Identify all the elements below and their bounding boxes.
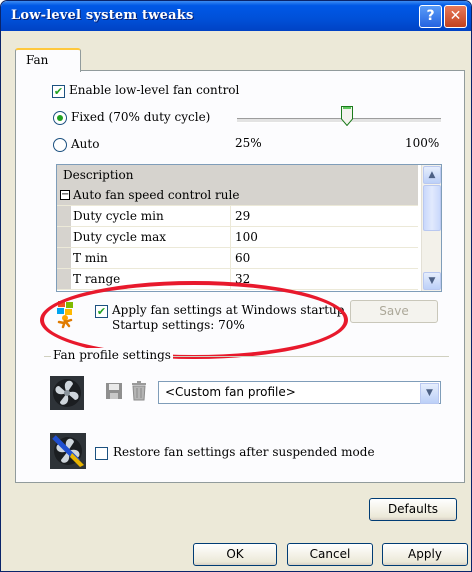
- save-profile-icon[interactable]: [105, 382, 123, 400]
- grid-row-value[interactable]: 60: [235, 251, 250, 265]
- apply-button[interactable]: Apply: [382, 543, 468, 566]
- enable-fan-control-label: Enable low-level fan control: [69, 83, 240, 97]
- apply-at-startup-checkbox[interactable]: ✔: [95, 305, 108, 318]
- slider-max-label: 100%: [405, 136, 440, 150]
- grid-category-row[interactable]: − Auto fan speed control rule: [57, 185, 418, 206]
- grid-row-name: Duty cycle max: [73, 230, 167, 244]
- slider-min-label: 25%: [235, 136, 262, 150]
- collapse-icon[interactable]: −: [60, 190, 70, 200]
- windows-startup-icon: [57, 301, 73, 329]
- tab-fan[interactable]: Fan: [15, 48, 81, 72]
- grid-row-duty-min[interactable]: Duty cycle min 29: [57, 206, 418, 227]
- apply-at-startup-label: Apply fan settings at Windows startup: [112, 303, 345, 317]
- property-grid[interactable]: Description − Auto fan speed control rul…: [56, 164, 442, 292]
- window-title: Low-level system tweaks: [11, 8, 194, 23]
- auto-radio[interactable]: [53, 138, 67, 152]
- title-bar[interactable]: Low-level system tweaks ? ✕: [1, 1, 471, 31]
- fan-icon: [50, 376, 84, 410]
- grid-category-label: Auto fan speed control rule: [73, 188, 240, 202]
- fan-profile-value: <Custom fan profile>: [165, 385, 296, 399]
- grid-separator: [230, 206, 231, 226]
- defaults-button[interactable]: Defaults: [369, 498, 457, 521]
- fan-profile-group-label: Fan profile settings: [51, 348, 173, 362]
- cancel-button[interactable]: Cancel: [287, 543, 373, 566]
- scroll-down-icon[interactable]: ▼: [423, 272, 441, 290]
- grid-header-description: Description: [63, 168, 134, 182]
- save-button[interactable]: Save: [350, 300, 438, 323]
- grid-row-value[interactable]: 29: [235, 209, 250, 223]
- restore-fan-icon: [50, 433, 86, 469]
- tab-fan-label: Fan: [26, 53, 49, 67]
- chevron-down-icon[interactable]: ▼: [420, 383, 439, 404]
- grid-separator: [230, 227, 231, 247]
- grid-separator: [230, 248, 231, 268]
- grid-header: Description: [57, 165, 418, 186]
- auto-radio-label: Auto: [71, 137, 100, 151]
- duty-cycle-slider-thumb[interactable]: [341, 106, 353, 126]
- restore-after-suspend-checkbox[interactable]: [95, 447, 108, 460]
- startup-settings-text: Startup settings: 70%: [112, 318, 245, 332]
- restore-after-suspend-label: Restore fan settings after suspended mod…: [113, 445, 375, 459]
- grid-row-name: T range: [73, 272, 121, 286]
- grid-row-name: T min: [73, 251, 108, 265]
- ok-button[interactable]: OK: [193, 543, 277, 566]
- delete-profile-icon[interactable]: [131, 381, 147, 401]
- grid-separator: [230, 269, 231, 289]
- grid-row-duty-max[interactable]: Duty cycle max 100: [57, 227, 418, 248]
- fixed-radio[interactable]: [53, 111, 67, 125]
- scroll-thumb[interactable]: [423, 185, 441, 231]
- scroll-up-icon[interactable]: ▲: [423, 166, 441, 184]
- dialog-window: Low-level system tweaks ? ✕ Fan ✔ Enable…: [0, 0, 472, 572]
- fixed-radio-label: Fixed (70% duty cycle): [71, 110, 211, 124]
- duty-cycle-slider-track[interactable]: [237, 118, 441, 123]
- grid-row-value[interactable]: 32: [235, 272, 250, 286]
- enable-fan-control-checkbox[interactable]: ✔: [52, 85, 65, 98]
- close-button[interactable]: ✕: [444, 5, 467, 28]
- help-button[interactable]: ?: [419, 5, 442, 28]
- fan-profile-dropdown[interactable]: <Custom fan profile> ▼: [158, 381, 441, 404]
- grid-row-value[interactable]: 100: [235, 230, 258, 244]
- grid-row-t-min[interactable]: T min 60: [57, 248, 418, 269]
- grid-row-name: Duty cycle min: [73, 209, 164, 223]
- grid-row-t-range[interactable]: T range 32: [57, 269, 418, 290]
- grid-scrollbar[interactable]: ▲ ▼: [421, 165, 441, 291]
